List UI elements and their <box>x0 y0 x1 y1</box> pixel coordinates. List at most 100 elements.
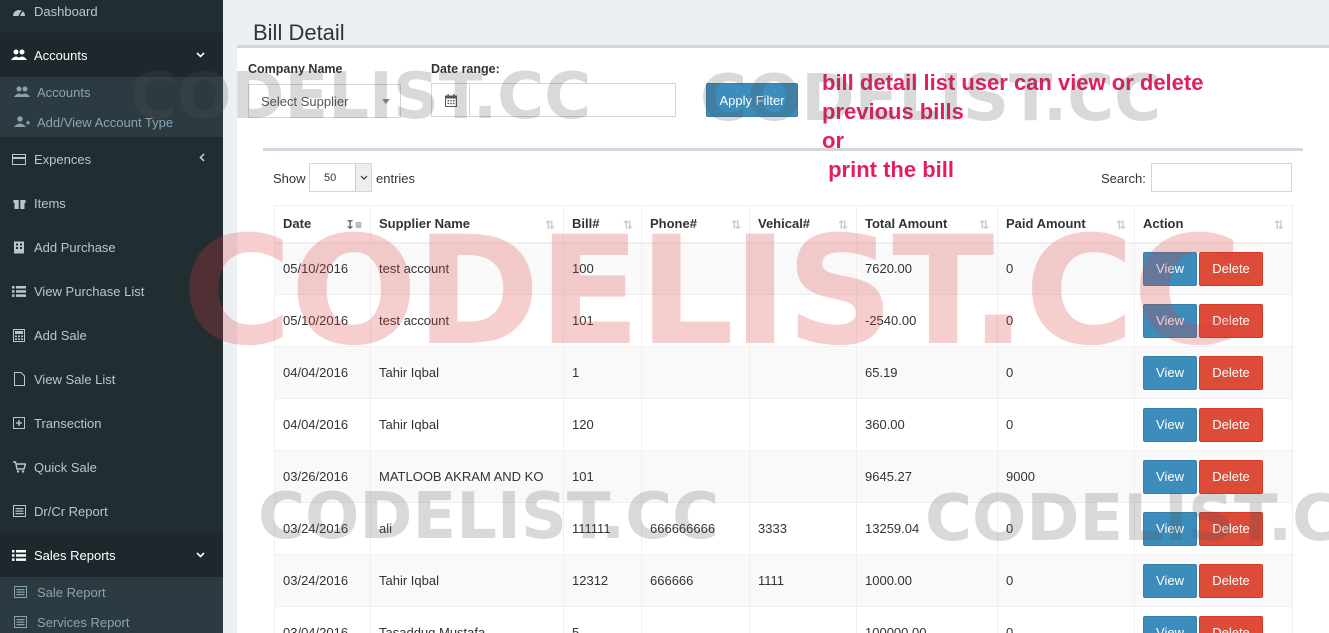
table-row: 03/24/2016 Tahir Iqbal 12312 666666 1111… <box>274 554 1293 607</box>
cell-vehical <box>749 450 857 503</box>
column-header-date[interactable]: Date ↧≡ <box>274 205 371 244</box>
column-header-action[interactable]: Action ⇅ <box>1134 205 1293 244</box>
cell-bill: 111111 <box>563 502 642 555</box>
calculator-icon <box>10 328 28 342</box>
delete-button[interactable]: Delete <box>1199 251 1263 286</box>
cell-bill: 120 <box>563 398 642 451</box>
column-header-supplier[interactable]: Supplier Name ⇅ <box>370 205 564 244</box>
sidebar-item-items[interactable]: Items <box>0 181 223 225</box>
sidebar-item-sales-reports[interactable]: Sales Reports <box>0 533 223 577</box>
cell-action: View Delete <box>1134 606 1293 633</box>
view-button[interactable]: View <box>1143 511 1197 546</box>
cell-total: 65.19 <box>856 346 998 399</box>
submenu-item-services-report[interactable]: Services Report <box>0 607 223 633</box>
sidebar-item-add-sale[interactable]: Add Sale <box>0 313 223 357</box>
annotation-line: previous bills <box>822 99 964 124</box>
cell-vehical: 3333 <box>749 502 857 555</box>
cell-vehical: 1111 <box>749 554 857 607</box>
view-button[interactable]: View <box>1143 355 1197 390</box>
sidebar-item-label: Dashboard <box>34 3 98 19</box>
sidebar-item-label: Add Purchase <box>34 239 116 255</box>
delete-button[interactable]: Delete <box>1199 563 1263 598</box>
sidebar-item-quick-sale[interactable]: Quick Sale <box>0 445 223 489</box>
view-button[interactable]: View <box>1143 407 1197 442</box>
column-header-total[interactable]: Total Amount ⇅ <box>856 205 998 244</box>
table-row: 05/10/2016 test account 100 7620.00 0 Vi… <box>274 242 1293 295</box>
date-range-input[interactable] <box>470 84 675 116</box>
date-range-label: Date range: <box>431 62 500 76</box>
date-range-field[interactable] <box>431 83 676 117</box>
submenu-item-sale-report[interactable]: Sale Report <box>0 577 223 607</box>
cell-bill: 101 <box>563 450 642 503</box>
submenu-item-account-type[interactable]: Add/View Account Type <box>0 107 223 137</box>
cell-paid: 0 <box>997 346 1135 399</box>
chevron-down-icon <box>196 49 205 61</box>
company-name-label: Company Name <box>248 62 343 76</box>
delete-button[interactable]: Delete <box>1199 407 1263 442</box>
main-content: Bill Detail Company Name Select Supplier… <box>223 0 1329 633</box>
accounts-submenu: Accounts Add/View Account Type <box>0 77 223 137</box>
supplier-select[interactable]: Select Supplier <box>248 84 401 118</box>
delete-button[interactable]: Delete <box>1199 303 1263 338</box>
sidebar-item-label: View Purchase List <box>34 283 145 299</box>
cell-supplier: Tahir Iqbal <box>370 554 564 607</box>
cell-total: 100000.00 <box>856 606 998 633</box>
credit-card-icon <box>10 152 28 166</box>
file-icon <box>10 372 28 386</box>
chevron-down-icon <box>355 164 371 191</box>
cell-phone <box>641 398 750 451</box>
sidebar: Dashboard Accounts Accounts Add/View Acc… <box>0 0 223 633</box>
sidebar-item-add-purchase[interactable]: Add Purchase <box>0 225 223 269</box>
cell-bill: 101 <box>563 294 642 347</box>
caret-down-icon <box>382 99 390 104</box>
sidebar-item-label: View Sale List <box>34 371 116 387</box>
sidebar-item-label: Add Sale <box>34 327 87 343</box>
cell-action: View Delete <box>1134 242 1293 295</box>
column-header-vehical[interactable]: Vehical# ⇅ <box>749 205 857 244</box>
delete-button[interactable]: Delete <box>1199 459 1263 494</box>
view-button[interactable]: View <box>1143 563 1197 598</box>
delete-button[interactable]: Delete <box>1199 615 1263 633</box>
cell-supplier: ali <box>370 502 564 555</box>
view-button[interactable]: View <box>1143 615 1197 633</box>
sidebar-item-accounts[interactable]: Accounts <box>0 33 223 77</box>
cell-total: 13259.04 <box>856 502 998 555</box>
sidebar-item-view-purchase-list[interactable]: View Purchase List <box>0 269 223 313</box>
cell-total: 360.00 <box>856 398 998 451</box>
delete-button[interactable]: Delete <box>1199 511 1263 546</box>
search-input[interactable] <box>1151 163 1292 192</box>
entries-length-select[interactable]: 50 <box>309 163 372 192</box>
cart-icon <box>10 460 28 474</box>
sidebar-item-view-sale-list[interactable]: View Sale List <box>0 357 223 401</box>
column-header-bill[interactable]: Bill# ⇅ <box>563 205 642 244</box>
cell-paid: 0 <box>997 502 1135 555</box>
chevron-down-icon <box>196 549 205 561</box>
sidebar-item-dashboard[interactable]: Dashboard <box>0 0 223 33</box>
view-button[interactable]: View <box>1143 303 1197 338</box>
view-button[interactable]: View <box>1143 459 1197 494</box>
cell-bill: 1 <box>563 346 642 399</box>
delete-button[interactable]: Delete <box>1199 355 1263 390</box>
table-row: 04/04/2016 Tahir Iqbal 1 65.19 0 View Del… <box>274 346 1293 399</box>
cell-supplier: Tasadduq Mustafa <box>370 606 564 633</box>
sidebar-item-label: Items <box>34 195 66 211</box>
chevron-left-icon <box>199 153 205 165</box>
sidebar-item-expences[interactable]: Expences <box>0 137 223 181</box>
sidebar-item-transection[interactable]: Transection <box>0 401 223 445</box>
column-header-phone[interactable]: Phone# ⇅ <box>641 205 750 244</box>
column-header-paid[interactable]: Paid Amount ⇅ <box>997 205 1135 244</box>
cell-vehical <box>749 242 857 295</box>
cell-date: 04/04/2016 <box>274 346 371 399</box>
submenu-item-accounts[interactable]: Accounts <box>0 77 223 107</box>
cell-vehical <box>749 606 857 633</box>
cell-total: 7620.00 <box>856 242 998 295</box>
cell-paid: 0 <box>997 606 1135 633</box>
user-plus-icon <box>14 116 32 128</box>
calendar-icon <box>432 84 470 116</box>
supplier-select-value: Select Supplier <box>261 93 349 109</box>
cell-supplier: test account <box>370 294 564 347</box>
table-row: 03/04/2016 Tasadduq Mustafa 5 100000.00 … <box>274 606 1293 633</box>
view-button[interactable]: View <box>1143 251 1197 286</box>
sidebar-item-drcr-report[interactable]: Dr/Cr Report <box>0 489 223 533</box>
apply-filter-button[interactable]: Apply Filter <box>706 83 798 117</box>
